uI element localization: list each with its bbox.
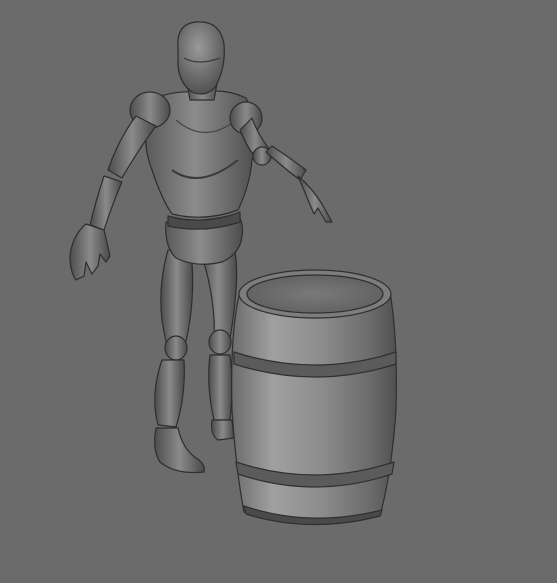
barrel-object[interactable] (231, 269, 397, 526)
barrel-body (231, 291, 397, 523)
scene-canvas[interactable] (0, 0, 557, 583)
3d-viewport[interactable] (0, 0, 557, 583)
barrel-lid (246, 274, 384, 314)
mannequin-head[interactable] (177, 21, 225, 95)
